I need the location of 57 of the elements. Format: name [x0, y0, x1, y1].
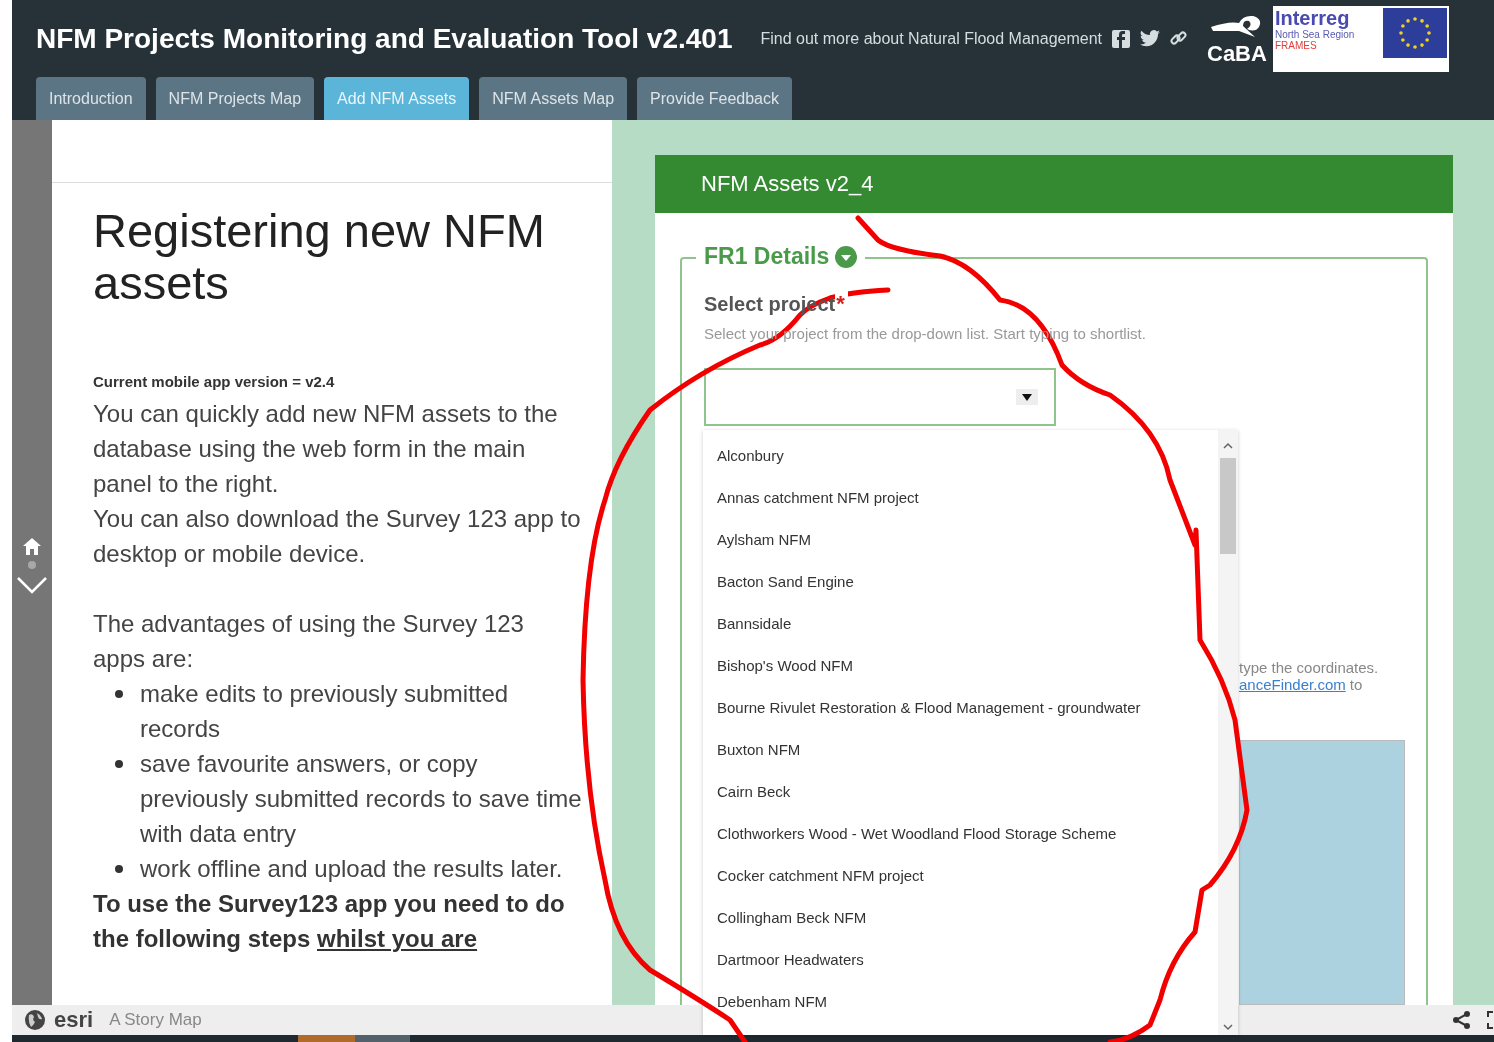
bullet-icon: [115, 865, 123, 873]
story-paragraph: You can quickly add new NFM assets to the database using the web form in the main panel to the right.: [93, 399, 559, 499]
dropdown-option[interactable]: Bishop's Wood NFM: [703, 657, 1218, 699]
globe-icon: [24, 1009, 46, 1031]
nav-tab[interactable]: Provide Feedback: [637, 77, 792, 120]
hint-text: to: [1349, 676, 1363, 693]
finder-link[interactable]: anceFinder.com: [1239, 676, 1346, 693]
project-label: FRAMES: [1274, 39, 1318, 51]
coordinates-hint: type the coordinates.: [1239, 659, 1380, 676]
steps-link[interactable]: whilst you are: [317, 925, 478, 952]
bullet-icon: [115, 760, 123, 768]
story-map-label: A Story Map: [109, 1010, 202, 1030]
about-link[interactable]: Find out more about Natural Flood Management: [760, 29, 1102, 48]
scroll-down-icon[interactable]: [1223, 1023, 1233, 1031]
dropdown-option[interactable]: Cairn Beck: [703, 783, 1218, 825]
home-icon[interactable]: [23, 538, 41, 555]
dropdown-option[interactable]: Bourne Rivulet Restoration & Flood Management - groundwater: [703, 699, 1218, 741]
fullscreen-icon[interactable]: [1486, 1011, 1494, 1029]
advantage-item: work offline and upload the results later.: [140, 854, 563, 884]
facebook-icon[interactable]: [1112, 29, 1130, 48]
dropdown-option[interactable]: Buxton NFM: [703, 741, 1218, 783]
nav-tab[interactable]: NFM Projects Map: [155, 77, 315, 120]
dropdown-option[interactable]: Collingham Beck NFM: [703, 909, 1218, 951]
app-title: NFM Projects Monitoring and Evaluation Tool v2.401: [36, 22, 733, 55]
dropdown-option[interactable]: Clothworkers Wood - Wet Woodland Flood Storage Scheme: [703, 825, 1218, 867]
section-title: FR1 Details: [704, 243, 830, 270]
scroll-thumb[interactable]: [1220, 458, 1236, 554]
dot-icon[interactable]: [28, 561, 36, 569]
story-paragraph: You can also download the Survey 123 app to desktop or mobile device.: [93, 504, 582, 569]
interreg-wordmark: Interreg: [1274, 7, 1351, 29]
dropdown-option[interactable]: Bacton Sand Engine: [703, 573, 1218, 615]
dropdown-option[interactable]: Dartmoor Headwaters: [703, 951, 1218, 993]
version-note: Current mobile app version = v2.4: [93, 373, 336, 390]
dropdown-option[interactable]: Aylsham NFM: [703, 531, 1218, 573]
dropdown-option[interactable]: Annas catchment NFM project: [703, 489, 1218, 531]
esri-logo-text: esri: [54, 1007, 94, 1033]
dropdown-option[interactable]: Bannsidale: [703, 615, 1218, 657]
eu-flag-icon: [1382, 7, 1447, 58]
share-icon[interactable]: [1452, 1010, 1472, 1030]
region-label: North Sea Region: [1274, 28, 1356, 40]
scrollbar[interactable]: [1218, 430, 1238, 1035]
dropdown-option[interactable]: Debenham NFM: [703, 993, 1218, 1035]
chevron-down-icon[interactable]: [16, 575, 48, 595]
link-icon[interactable]: [1170, 30, 1187, 47]
dropdown-option[interactable]: Cocker catchment NFM project: [703, 867, 1218, 909]
nav-tab[interactable]: NFM Assets Map: [479, 77, 628, 120]
advantages-intro: The advantages of using the Survey 123 apps are:: [93, 609, 525, 674]
nav-tab[interactable]: Introduction: [36, 77, 146, 120]
dropdown-option[interactable]: Alconbury: [703, 447, 1218, 489]
form-title: NFM Assets v2_4: [655, 155, 1453, 213]
story-heading: Registering new NFM assets: [93, 205, 546, 309]
twitter-icon[interactable]: [1140, 30, 1160, 47]
collapse-icon[interactable]: [835, 245, 858, 268]
caba-logo-text: CaBA: [1207, 42, 1267, 65]
scroll-up-icon[interactable]: [1223, 442, 1233, 450]
bullet-icon: [115, 690, 123, 698]
steps-paragraph: To use the Survey123 app you need to do the following steps whilst you are: [93, 889, 566, 954]
